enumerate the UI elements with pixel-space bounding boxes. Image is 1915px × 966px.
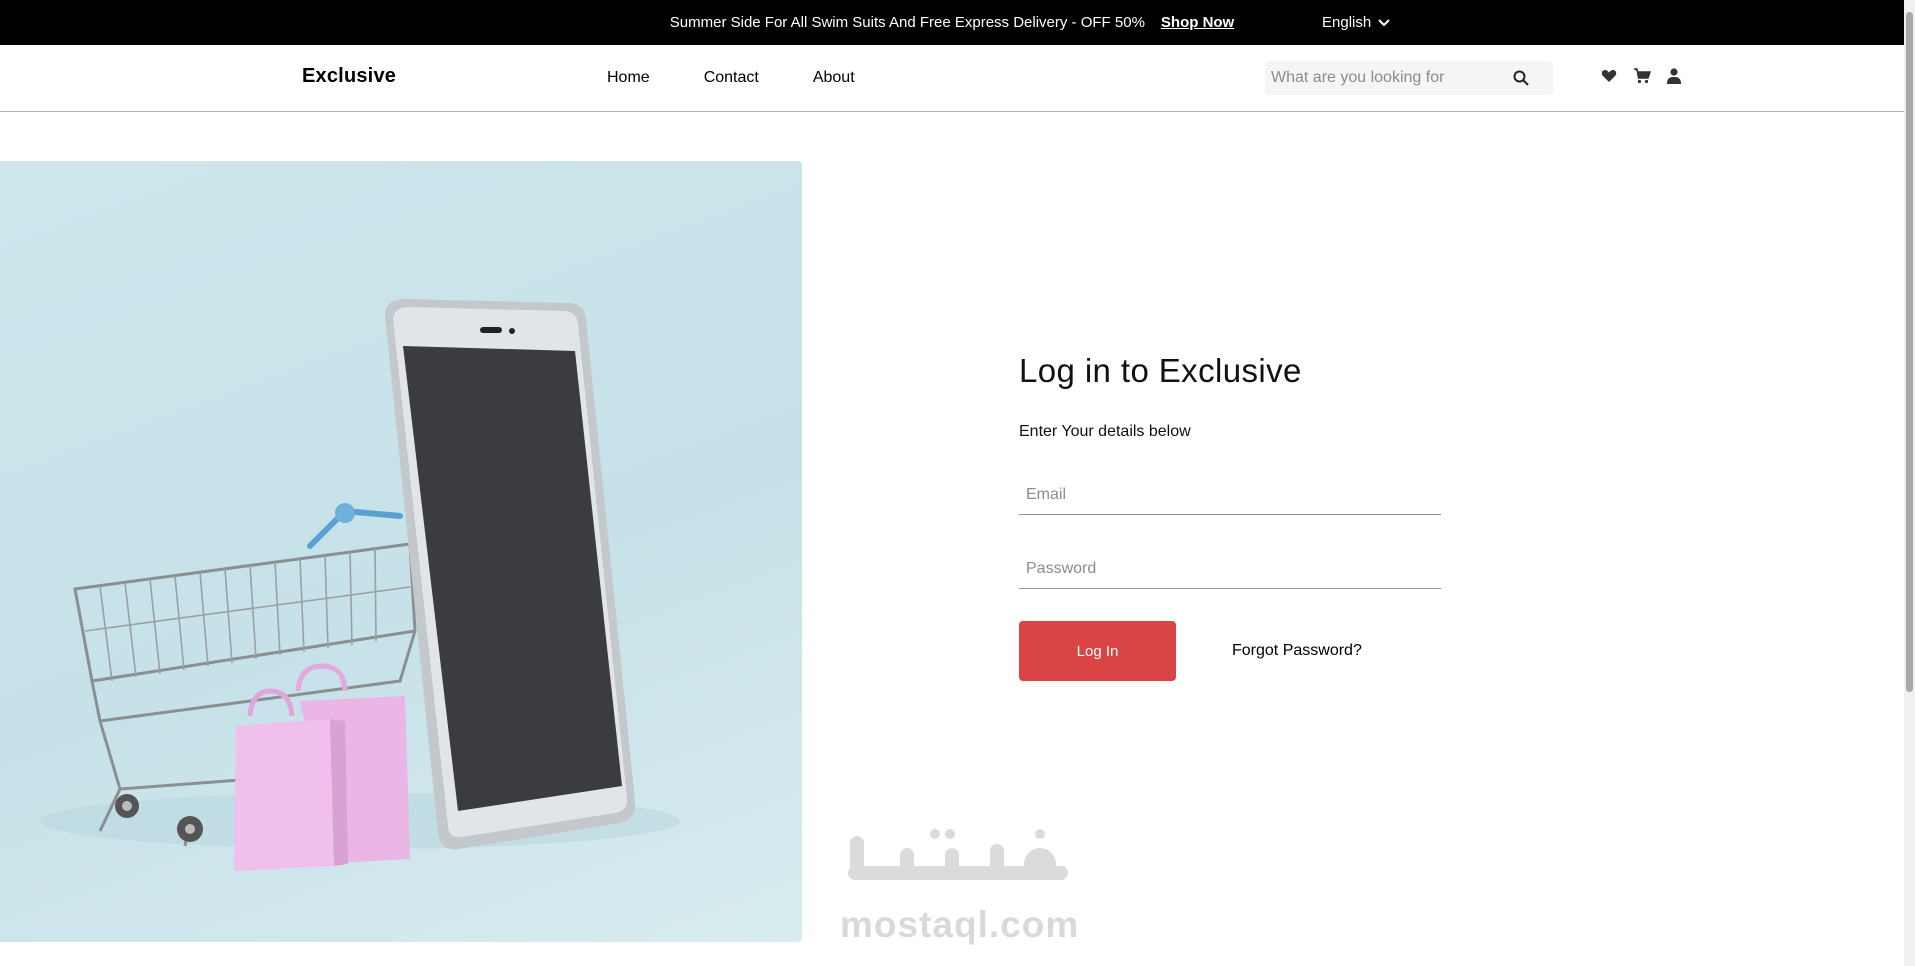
- hero-image: [0, 161, 802, 942]
- password-field-wrapper: [1019, 549, 1441, 589]
- nav-about[interactable]: About: [813, 69, 855, 87]
- search-icon[interactable]: [1513, 70, 1529, 86]
- login-button[interactable]: Log In: [1019, 621, 1176, 681]
- site-header: Exclusive Home Contact About: [0, 45, 1904, 112]
- scrollbar-thumb[interactable]: [1906, 12, 1913, 692]
- login-form: Log in to Exclusive Enter Your details b…: [1019, 352, 1441, 681]
- shopping-illustration: [40, 299, 680, 871]
- password-field[interactable]: [1019, 560, 1441, 588]
- language-select[interactable]: English: [1322, 0, 1390, 45]
- login-title: Log in to Exclusive: [1019, 352, 1302, 389]
- nav-home[interactable]: Home: [607, 69, 650, 87]
- watermark-arabic-mark: [848, 829, 1068, 880]
- forgot-password-link[interactable]: Forgot Password?: [1232, 642, 1362, 660]
- heart-icon[interactable]: [1601, 68, 1617, 86]
- page-scrollbar[interactable]: [1904, 0, 1915, 966]
- language-label: English: [1322, 14, 1372, 31]
- site-logo[interactable]: Exclusive: [302, 65, 396, 88]
- user-icon[interactable]: [1667, 68, 1683, 86]
- promo-bar: Summer Side For All Swim Suits And Free …: [0, 0, 1904, 45]
- chevron-down-icon: [1378, 18, 1390, 26]
- search-box: [1265, 61, 1553, 95]
- promo-banner: Summer Side For All Swim Suits And Free …: [0, 0, 1904, 45]
- search-input[interactable]: [1265, 69, 1505, 87]
- login-actions: Log In Forgot Password?: [1019, 621, 1441, 681]
- nav-contact[interactable]: Contact: [704, 69, 759, 87]
- watermark-logo: mostaql.com: [840, 826, 1080, 946]
- email-field-wrapper: [1019, 475, 1441, 515]
- main-nav: Home Contact About: [607, 69, 909, 87]
- login-subtitle: Enter Your details below: [1019, 423, 1191, 440]
- cart-icon[interactable]: [1634, 68, 1652, 86]
- email-field[interactable]: [1019, 486, 1441, 514]
- header-icons: [1601, 68, 1700, 86]
- promo-text: Summer Side For All Swim Suits And Free …: [669, 14, 1145, 31]
- watermark-text: mostaql.com: [840, 904, 1080, 945]
- shop-now-link[interactable]: Shop Now: [1161, 14, 1234, 31]
